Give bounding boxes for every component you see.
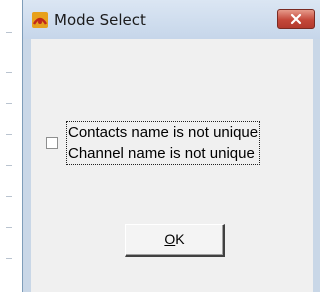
background-tick [6, 72, 12, 73]
background-tick [6, 258, 12, 259]
not-unique-checkbox-row[interactable]: Contacts name is not unique Channel name… [46, 121, 306, 166]
ok-button-mnemonic: O [164, 231, 176, 247]
checkbox-label-line-2: Channel name is not unique [68, 145, 255, 162]
close-button[interactable] [277, 9, 315, 29]
mode-select-dialog: Mode Select Contacts name is not unique … [22, 0, 320, 292]
background-tick [6, 196, 12, 197]
background-desktop [0, 0, 22, 292]
title-bar[interactable]: Mode Select [23, 0, 320, 39]
window-title: Mode Select [54, 11, 146, 29]
background-tick [6, 134, 12, 135]
background-tick [6, 32, 12, 33]
checkbox-label[interactable]: Contacts name is not unique Channel name… [65, 121, 261, 165]
checkbox-label-line-1: Contacts name is not unique [68, 124, 259, 141]
background-tick [6, 227, 12, 228]
close-icon [290, 13, 302, 25]
ok-button-label-rest: K [175, 231, 185, 247]
background-tick [6, 165, 12, 166]
dialog-body: Contacts name is not unique Channel name… [31, 39, 313, 292]
ok-button[interactable]: OK [125, 224, 225, 257]
not-unique-checkbox[interactable] [46, 137, 58, 149]
app-icon [32, 12, 48, 28]
background-tick [6, 103, 12, 104]
